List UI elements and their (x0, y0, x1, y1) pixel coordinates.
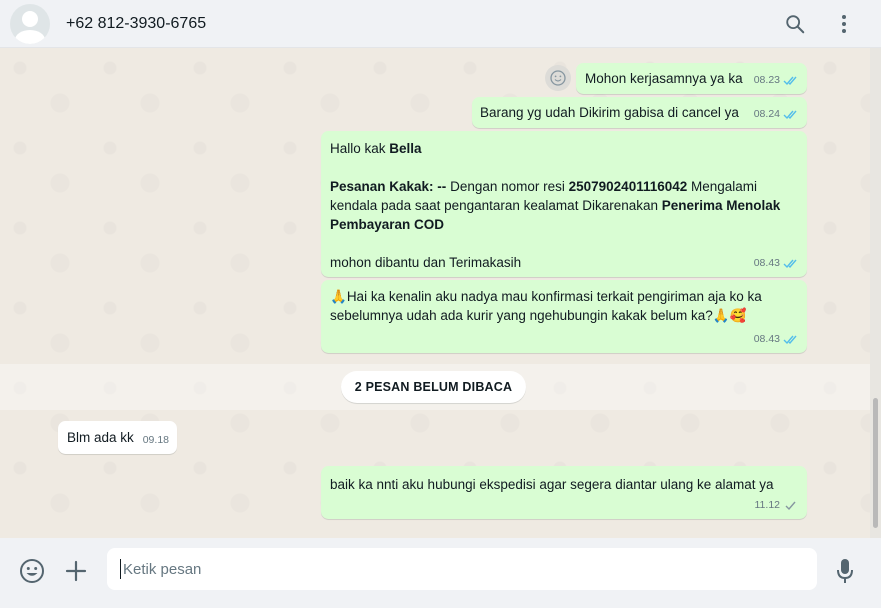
message-time: 09.18 (142, 434, 169, 446)
message-paragraph: Pesanan Kakak: -- Dengan nomor resi 2507… (330, 179, 781, 232)
message-time: 08.43 (753, 333, 780, 345)
message-composer (0, 538, 881, 608)
message-bubble-incoming[interactable]: Blm ada kk 09.18 (58, 421, 177, 454)
message-meta: 08.43 (754, 254, 799, 273)
message-meta: 09.18 (143, 431, 169, 450)
avatar[interactable] (10, 3, 50, 44)
pray-smile-emoji-icon: 🙏🥰 (712, 308, 747, 323)
single-check-sent-icon (785, 501, 796, 511)
reaction-emoji-icon[interactable] (545, 65, 571, 91)
double-check-read-icon (783, 76, 797, 86)
avatar-head (22, 10, 38, 27)
scrollbar-thumb[interactable] (873, 398, 878, 528)
message-text: baik ka nnti aku hubungi ekspedisi agar … (330, 477, 774, 492)
message-text: Mohon kerjasamnya ya ka (585, 71, 743, 86)
pray-emoji-icon: 🙏 (330, 289, 347, 304)
message-time: 08.24 (753, 108, 780, 120)
message-text: Barang yg udah Dikirim gabisa di cancel … (480, 105, 739, 120)
message-time: 08.43 (753, 257, 780, 269)
message-text: 🙏Hai ka kenalin aku nadya mau konfirmasi… (330, 289, 762, 323)
message-time: 08.23 (753, 74, 780, 86)
message-meta: 08.43 (754, 330, 799, 349)
message-closing: mohon dibantu dan Terimakasih (330, 255, 522, 270)
menu-dots-icon[interactable] (830, 10, 858, 38)
message-meta: 08.23 (754, 71, 799, 90)
message-bubble-outgoing[interactable]: 🙏Hai ka kenalin aku nadya mau konfirmasi… (321, 280, 807, 353)
message-time: 11.12 (754, 499, 781, 511)
chat-scrollbar[interactable] (870, 48, 881, 538)
message-list[interactable]: Mohon kerjasamnya ya ka 08.23 Barang yg … (0, 48, 870, 538)
message-meta: 11.12 (755, 496, 800, 515)
chat-header: +62 812-3930-6765 (0, 0, 881, 48)
message-bubble-outgoing[interactable]: Hallo kak Bella Pesanan Kakak: -- Dengan… (321, 131, 807, 277)
message-text: Blm ada kk (67, 430, 134, 445)
unread-messages-divider: 2 PESAN BELUM DIBACA (341, 371, 526, 403)
search-icon[interactable] (781, 10, 809, 38)
double-check-read-icon (783, 259, 797, 269)
contact-name[interactable]: +62 812-3930-6765 (66, 15, 206, 33)
message-meta: 08.24 (754, 105, 799, 124)
tracking-number: 2507902401116042 (568, 179, 688, 194)
text-caret (120, 559, 121, 579)
message-bubble-outgoing[interactable]: Mohon kerjasamnya ya ka 08.23 (576, 63, 807, 94)
microphone-icon[interactable] (829, 555, 861, 587)
double-check-read-icon (783, 335, 797, 345)
double-check-read-icon (783, 110, 797, 120)
emoji-icon[interactable] (16, 555, 48, 587)
message-input-container[interactable] (107, 548, 817, 590)
message-bubble-outgoing[interactable]: baik ka nnti aku hubungi ekspedisi agar … (321, 466, 807, 519)
message-bubble-outgoing[interactable]: Barang yg udah Dikirim gabisa di cancel … (472, 97, 807, 128)
message-greeting: Hallo kak Bella (330, 141, 422, 156)
recipient-name: Bella (389, 141, 422, 156)
message-input[interactable] (107, 548, 817, 590)
order-label: Pesanan Kakak: -- (330, 179, 447, 194)
attach-plus-icon[interactable] (60, 555, 92, 587)
avatar-body (15, 29, 45, 44)
